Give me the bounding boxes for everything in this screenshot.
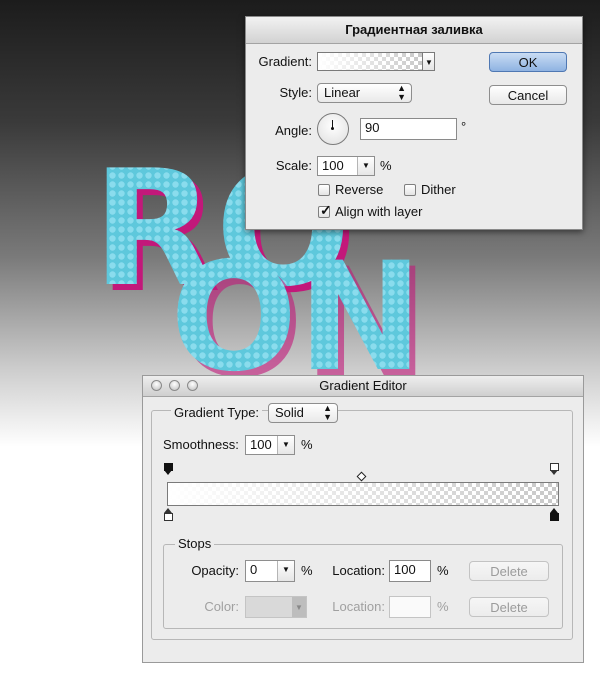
scale-combo[interactable]: 100 ▼: [317, 156, 375, 176]
scale-unit: %: [380, 158, 392, 173]
checkmark-icon: ✓: [320, 202, 332, 218]
opacity-value: 0: [250, 562, 258, 577]
window-title: Gradient Editor: [143, 376, 583, 397]
scale-dropdown-button[interactable]: ▼: [357, 157, 374, 175]
color-location-input[interactable]: [389, 596, 431, 618]
color-location-label: Location:: [332, 599, 385, 614]
smoothness-unit: %: [301, 437, 313, 452]
dither-label: Dither: [421, 182, 456, 197]
opacity-stop-right[interactable]: [550, 463, 559, 476]
angle-unit: °: [461, 119, 467, 134]
dialog-title: Градиентная заливка: [246, 17, 582, 44]
scale-value: 100: [322, 158, 344, 173]
gradient-type-value: Solid: [275, 405, 304, 420]
close-window-button[interactable]: [151, 380, 162, 391]
color-location-unit: %: [437, 599, 449, 614]
color-label: Color:: [204, 599, 239, 614]
gradient-type-select[interactable]: Solid ▲ ▼: [268, 403, 338, 423]
smoothness-combo[interactable]: 100 ▼: [245, 435, 295, 455]
gradient-editor-window: Gradient Editor Gradient Type: Solid ▲ ▼ …: [142, 375, 584, 663]
gradient-preview-swatch[interactable]: [317, 52, 423, 71]
cancel-button[interactable]: Cancel: [489, 85, 567, 105]
opacity-combo[interactable]: 0 ▼: [245, 560, 295, 582]
updown-arrows-icon: ▲ ▼: [323, 403, 332, 422]
chevron-down-icon: ▼: [295, 603, 303, 612]
gradient-label: Gradient:: [258, 54, 312, 69]
align-with-layer-checkbox[interactable]: ✓: [318, 202, 332, 218]
gradient-picker-dropdown[interactable]: ▼: [423, 52, 435, 71]
delete-opacity-stop-button[interactable]: Delete: [469, 561, 549, 581]
chevron-down-icon: ▼: [425, 58, 433, 67]
angle-label: Angle:: [275, 123, 312, 138]
opacity-label: Opacity:: [191, 563, 239, 578]
align-with-layer-label: Align with layer: [335, 204, 423, 219]
angle-dial-center: [331, 127, 334, 130]
color-dropdown-button[interactable]: ▼: [292, 597, 306, 617]
style-select[interactable]: Linear ▲ ▼: [317, 83, 412, 103]
dither-checkbox[interactable]: [404, 184, 416, 196]
gradient-fill-dialog: Градиентная заливка Gradient: ▼ Style: L…: [245, 16, 583, 230]
opacity-stop-left[interactable]: [164, 463, 173, 476]
gradient-ramp[interactable]: [167, 482, 559, 506]
smoothness-label: Smoothness:: [163, 437, 239, 452]
color-stop-right[interactable]: [550, 508, 559, 521]
opacity-location-unit: %: [437, 563, 449, 578]
delete-color-stop-button[interactable]: Delete: [469, 597, 549, 617]
ok-button[interactable]: OK: [489, 52, 567, 72]
angle-dial[interactable]: [317, 113, 349, 145]
opacity-dropdown-button[interactable]: ▼: [277, 561, 294, 581]
scale-label: Scale:: [275, 158, 312, 173]
chevron-down-icon: ▼: [362, 161, 370, 170]
updown-arrows-icon: ▲ ▼: [397, 83, 406, 102]
color-swatch[interactable]: ▼: [245, 596, 307, 618]
smoothness-value: 100: [250, 437, 272, 452]
reverse-label: Reverse: [335, 182, 384, 197]
angle-input[interactable]: 90: [360, 118, 457, 140]
color-stop-left[interactable]: [164, 508, 173, 521]
opacity-location-input[interactable]: 100: [389, 560, 431, 582]
reverse-checkbox[interactable]: [318, 184, 330, 196]
opacity-unit: %: [301, 563, 313, 578]
gradient-type-label: Gradient Type:: [171, 405, 263, 420]
minimize-window-button[interactable]: [169, 380, 180, 391]
style-select-value: Linear: [324, 85, 361, 100]
zoom-window-button[interactable]: [187, 380, 198, 391]
stops-group-label: Stops: [175, 536, 215, 551]
smoothness-dropdown-button[interactable]: ▼: [277, 436, 294, 454]
chevron-down-icon: ▼: [282, 440, 290, 449]
style-label: Style:: [279, 85, 312, 100]
opacity-location-label: Location:: [332, 563, 385, 578]
chevron-down-icon: ▼: [282, 565, 290, 574]
